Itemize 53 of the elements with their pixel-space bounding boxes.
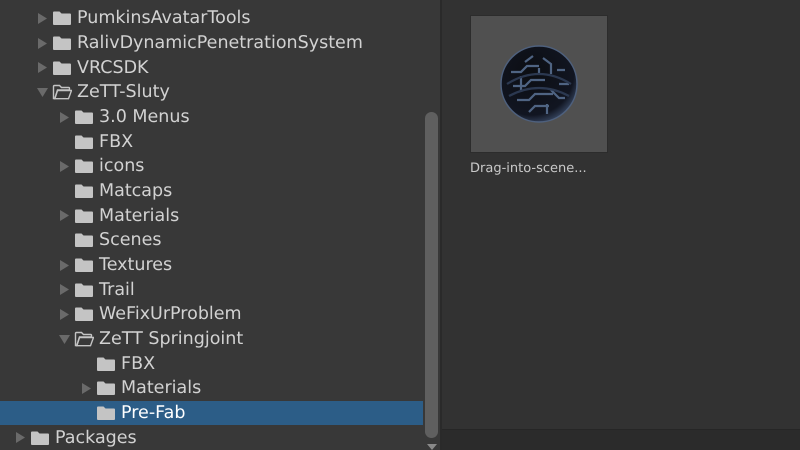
folder-icon xyxy=(52,60,72,76)
expand-arrow-icon[interactable] xyxy=(38,62,46,74)
scrollbar-thumb[interactable] xyxy=(425,112,438,438)
folder-icon xyxy=(52,10,72,26)
folder-icon xyxy=(74,208,94,224)
folder-row[interactable]: 3.0 Menus xyxy=(0,104,423,130)
collapse-arrow-icon[interactable] xyxy=(36,88,48,97)
folder-icon xyxy=(74,306,94,322)
folder-row[interactable]: WeFixUrProblem xyxy=(0,302,423,327)
scroll-down-arrow-icon[interactable] xyxy=(426,444,436,450)
asset-name: Drag-into-scene... xyxy=(470,161,588,176)
folder-row[interactable]: FBX xyxy=(0,351,423,376)
folder-row[interactable]: Packages xyxy=(0,425,423,450)
folder-icon xyxy=(74,109,94,126)
folder-icon xyxy=(74,134,94,150)
folder-row[interactable]: Scenes xyxy=(0,228,423,253)
prefab-thumbnail[interactable] xyxy=(470,15,608,153)
expand-arrow-icon[interactable] xyxy=(16,432,24,444)
folder-row[interactable]: ZeTT-Sluty xyxy=(0,80,423,105)
folder-icon xyxy=(74,183,94,200)
collapse-arrow-icon[interactable] xyxy=(58,334,70,344)
folder-icon xyxy=(96,380,116,396)
expand-arrow-icon[interactable] xyxy=(60,160,68,172)
folder-row[interactable]: RalivDynamicPenetrationSystem xyxy=(0,30,423,56)
folder-row[interactable]: Trail xyxy=(0,277,423,302)
expand-arrow-icon[interactable] xyxy=(60,308,68,320)
folder-row[interactable]: Pre-Fab xyxy=(0,400,423,426)
folder-row[interactable]: ZeTT Springjoint xyxy=(0,326,423,352)
expand-arrow-icon[interactable] xyxy=(82,382,90,394)
folder-icon xyxy=(96,356,116,372)
folder-row[interactable]: VRCSDK xyxy=(0,55,423,80)
expand-arrow-icon[interactable] xyxy=(38,12,46,24)
folder-icon xyxy=(74,158,94,174)
expand-arrow-icon[interactable] xyxy=(60,284,68,296)
folder-row[interactable]: Materials xyxy=(0,203,423,228)
expand-arrow-icon[interactable] xyxy=(38,38,46,48)
folder-icon xyxy=(74,257,94,274)
folder-icon xyxy=(74,282,94,298)
folder-icon xyxy=(96,405,116,422)
expand-arrow-icon[interactable] xyxy=(60,260,68,271)
folder-row[interactable]: Textures xyxy=(0,252,423,278)
open-folder-icon xyxy=(52,84,72,100)
folder-icon xyxy=(30,430,50,446)
folder-row[interactable]: icons xyxy=(0,154,423,179)
open-folder-icon xyxy=(74,331,94,348)
expand-arrow-icon[interactable] xyxy=(60,112,68,123)
expand-arrow-icon[interactable] xyxy=(60,210,68,222)
folder-row[interactable]: FBX xyxy=(0,129,423,154)
folder-row[interactable]: PumkinsAvatarTools xyxy=(0,6,423,31)
folder-icon xyxy=(52,35,72,51)
folder-icon xyxy=(74,232,94,248)
folder-row[interactable]: Matcaps xyxy=(0,178,423,204)
folder-row[interactable]: Materials xyxy=(0,376,423,401)
